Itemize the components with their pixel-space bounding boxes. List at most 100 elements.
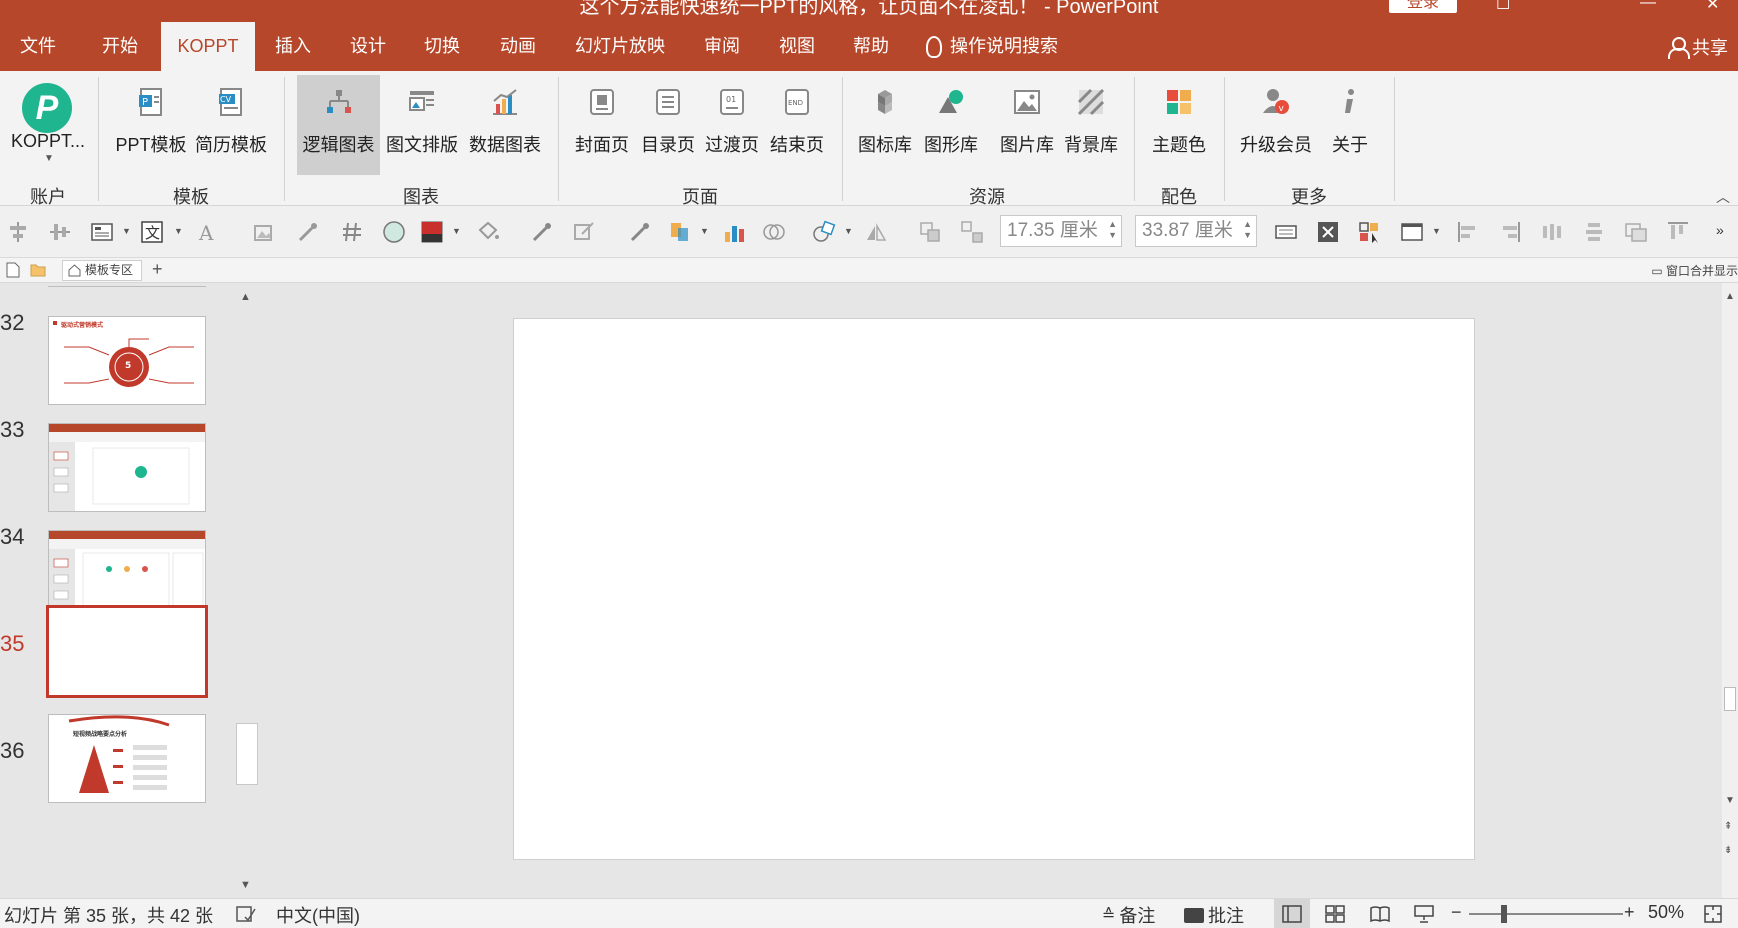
tab-insert[interactable]: 插入 (275, 22, 311, 71)
tab-review[interactable]: 审阅 (704, 22, 740, 71)
more-tools-icon[interactable]: » (1716, 222, 1724, 238)
text-box-icon[interactable] (90, 220, 114, 244)
close-icon[interactable]: ✕ (1706, 0, 1719, 14)
folder-icon[interactable] (30, 263, 46, 277)
tab-file[interactable]: 文件 (20, 22, 56, 71)
slide-sorter-icon[interactable] (1325, 905, 1345, 923)
align-top-icon[interactable] (1666, 220, 1690, 244)
slide-thumbnail-36[interactable]: 短视频战略要点分析 (48, 714, 206, 803)
tab-slideshow[interactable]: 幻灯片放映 (575, 22, 665, 71)
tab-animations[interactable]: 动画 (500, 22, 536, 71)
scroll-down-icon[interactable]: ▼ (240, 879, 251, 891)
language-indicator[interactable]: 中文(中国) (276, 902, 360, 928)
zoom-out-button[interactable]: − (1451, 902, 1462, 923)
thumbnail-scrollbar[interactable]: ▲ ▼ (234, 283, 260, 898)
shape-tools-icon[interactable] (812, 220, 836, 244)
scrollbar-thumb[interactable] (236, 723, 258, 785)
vertical-text-icon[interactable]: 文 (140, 220, 164, 244)
align-middle-icon[interactable] (48, 220, 72, 244)
zoom-slider[interactable] (1469, 913, 1623, 915)
icon-library-button[interactable]: 图标库 (852, 75, 918, 175)
logic-chart-button[interactable]: 逻辑图表 (297, 75, 380, 175)
paint-bucket-icon[interactable] (476, 220, 500, 244)
comments-button[interactable]: 批注 (1184, 902, 1244, 928)
picture-crop-icon[interactable] (252, 220, 276, 244)
window-merge-toggle[interactable]: ▭ 窗口合并显示 (1651, 262, 1738, 279)
fit-to-window-icon[interactable] (1704, 905, 1722, 923)
slide-thumbnail-32[interactable]: 5 驱动式营销模式 (48, 316, 206, 405)
scroll-down-icon[interactable]: ▼ (1725, 795, 1735, 806)
resume-template-button[interactable]: CV 简历模板 (192, 75, 270, 175)
reading-view-icon[interactable] (1370, 905, 1390, 923)
next-slide-icon[interactable]: ⇟ (1724, 845, 1732, 856)
flip-icon[interactable] (864, 220, 888, 244)
width-input[interactable]: 33.87 厘米 ▲ ▼ (1135, 215, 1257, 247)
cover-page-button[interactable]: 封面页 (570, 75, 634, 175)
distribute-horizontal-icon[interactable] (1540, 220, 1564, 244)
chevron-down-icon[interactable]: ▼ (1432, 226, 1441, 236)
eyedropper-icon[interactable] (628, 220, 652, 244)
color-picker-icon[interactable] (530, 220, 554, 244)
zoom-in-button[interactable]: + (1624, 902, 1635, 923)
font-icon[interactable]: A (196, 220, 220, 244)
scroll-up-icon[interactable]: ▲ (1725, 291, 1735, 302)
notes-button[interactable]: ≙ 备注 (1102, 902, 1155, 928)
end-page-button[interactable]: END 结束页 (764, 75, 830, 175)
minimize-icon[interactable]: — (1640, 0, 1656, 12)
image-text-layout-button[interactable]: 图文排版 (382, 75, 462, 175)
tab-help[interactable]: 帮助 (853, 22, 889, 71)
restore-icon[interactable]: ☐ (1496, 0, 1510, 14)
slide-canvas[interactable] (513, 318, 1475, 860)
frame-icon[interactable] (1400, 220, 1424, 244)
distribute-vertical-icon[interactable] (1582, 220, 1606, 244)
transition-page-button[interactable]: 01 过渡页 (700, 75, 764, 175)
chart-icon[interactable] (722, 220, 746, 244)
about-button[interactable]: 关于 (1318, 75, 1382, 175)
new-file-icon[interactable] (6, 262, 20, 278)
background-library-button[interactable]: 背景库 (1058, 75, 1124, 175)
chevron-down-icon[interactable]: ▼ (174, 226, 183, 236)
ppt-template-button[interactable]: P PPT模板 (112, 75, 190, 175)
align-center-icon[interactable] (6, 220, 30, 244)
select-icon[interactable] (1358, 220, 1382, 244)
slideshow-icon[interactable] (1414, 905, 1434, 923)
slide-thumbnail-33[interactable] (48, 423, 206, 512)
shape-library-button[interactable]: 图形库 (918, 75, 984, 175)
edit-shape-icon[interactable] (572, 220, 596, 244)
keyboard-icon[interactable] (1274, 220, 1298, 244)
chevron-down-icon[interactable]: ▼ (844, 226, 853, 236)
scrollbar-thumb[interactable] (1724, 687, 1736, 711)
add-tab-icon[interactable]: + (152, 259, 163, 280)
chevron-down-icon[interactable]: ▼ (700, 226, 709, 236)
upgrade-member-button[interactable]: v 升级会员 (1236, 75, 1316, 175)
align-left-icon[interactable] (1456, 220, 1480, 244)
previous-slide-icon[interactable]: ⇞ (1724, 821, 1732, 832)
tab-view[interactable]: 视图 (779, 22, 815, 71)
replace-icon[interactable] (668, 220, 692, 244)
scroll-up-icon[interactable]: ▲ (240, 291, 251, 303)
data-chart-button[interactable]: 数据图表 (463, 75, 547, 175)
zoom-level[interactable]: 50% (1648, 902, 1684, 923)
chevron-down-icon[interactable]: ▼ (452, 226, 461, 236)
slide-thumbnail-35-selected[interactable] (46, 605, 208, 698)
tell-me-search[interactable]: 操作说明搜索 (926, 22, 1058, 71)
tab-transitions[interactable]: 切换 (424, 22, 460, 71)
theme-color-button[interactable]: 主题色 (1144, 75, 1214, 175)
circle-shape-icon[interactable] (382, 220, 406, 244)
image-swap-icon[interactable] (1624, 220, 1648, 244)
share-button[interactable]: 共享 (1668, 22, 1728, 71)
merge-shapes-icon[interactable] (762, 220, 786, 244)
normal-view-button[interactable] (1274, 899, 1310, 928)
toc-page-button[interactable]: 目录页 (636, 75, 700, 175)
height-input[interactable]: 17.35 厘米 ▲ ▼ (1000, 215, 1122, 247)
fill-color-icon[interactable] (420, 220, 444, 244)
zoom-slider-handle[interactable] (1501, 905, 1507, 923)
eyedropper-icon[interactable] (296, 220, 320, 244)
spinner-arrows-icon[interactable]: ▲ ▼ (1243, 219, 1252, 241)
picture-library-button[interactable]: 图片库 (994, 75, 1060, 175)
spell-check-icon[interactable] (236, 905, 256, 923)
delete-icon[interactable] (1316, 220, 1340, 244)
template-zone-tab[interactable]: 模板专区 (62, 260, 143, 281)
tab-koppt[interactable]: KOPPT (161, 22, 255, 71)
editor-scrollbar[interactable]: ▲ ▼ ⇞ ⇟ (1722, 283, 1738, 898)
